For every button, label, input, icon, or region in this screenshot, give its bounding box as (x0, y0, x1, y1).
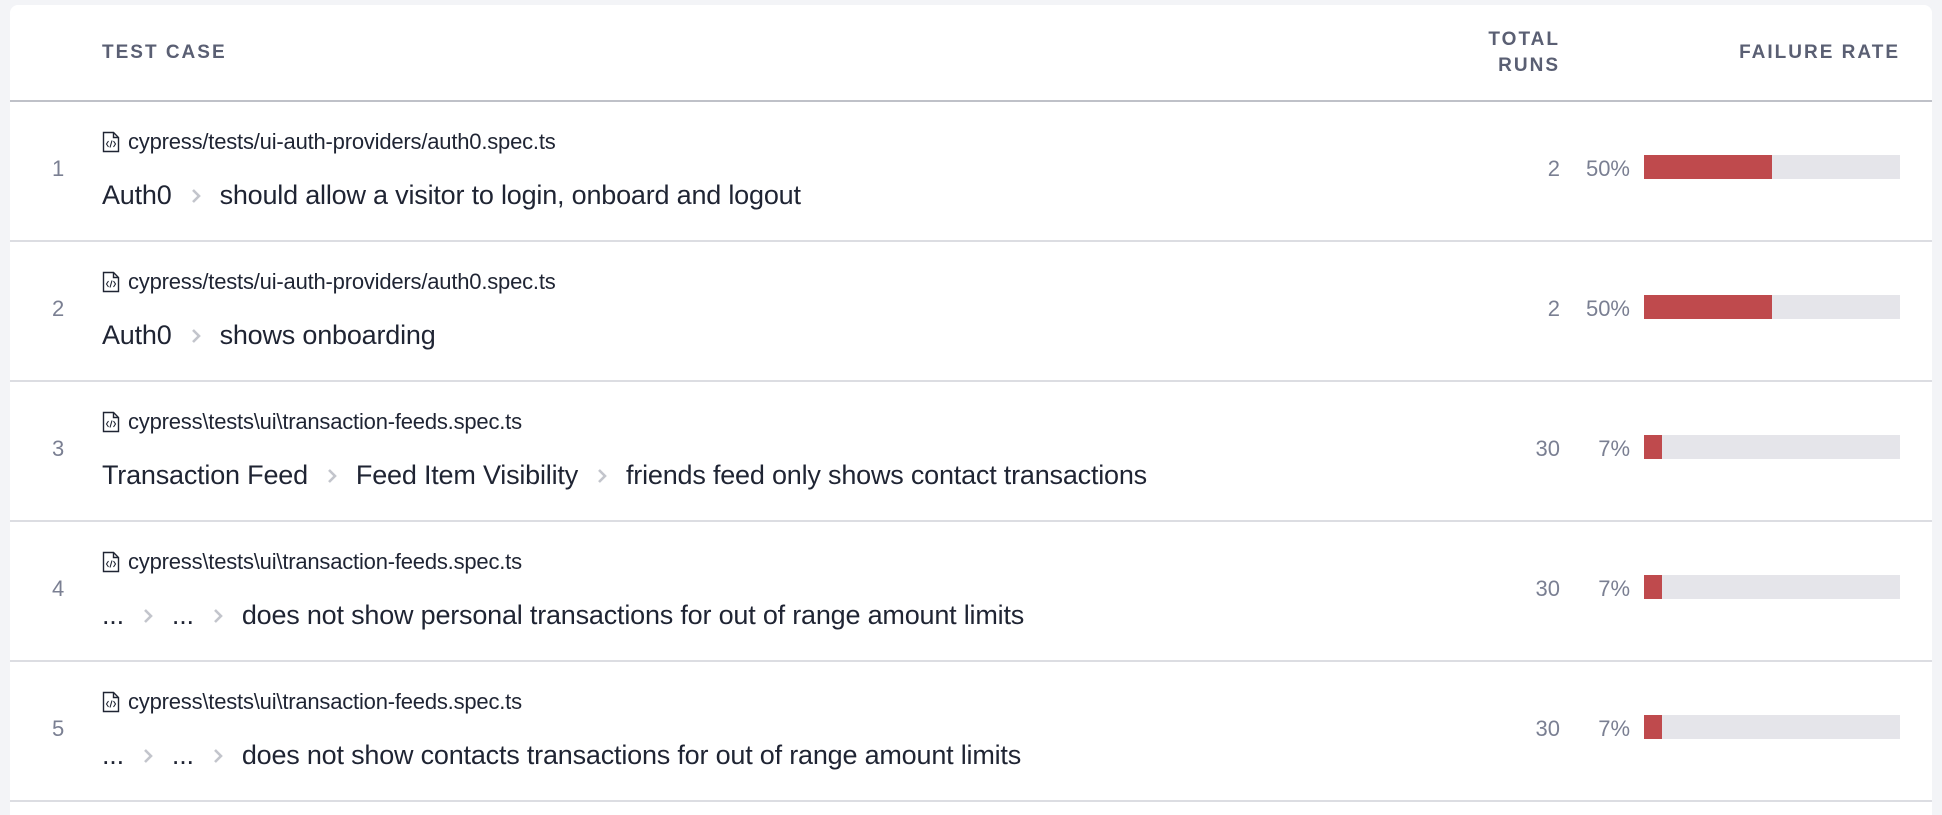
breadcrumb-segment: Feed Item Visibility (355, 460, 578, 490)
test-title-breadcrumb: ...... does not show contacts transaction… (102, 740, 1021, 771)
spec-file[interactable]: cypress\tests\ui\transaction-feeds.spec.… (102, 689, 522, 715)
chevron-right-icon (191, 188, 201, 203)
test-title-breadcrumb: Auth0 should allow a visitor to login, on… (102, 180, 801, 211)
spec-file-path: cypress\tests\ui\transaction-feeds.spec.… (128, 549, 522, 574)
code-file-icon (102, 271, 120, 293)
breadcrumb-segment: ... (171, 740, 194, 770)
breadcrumb-segment: should allow a visitor to login, onboard… (219, 180, 801, 210)
spec-file[interactable]: cypress\tests\ui\transaction-feeds.spec.… (102, 409, 522, 435)
chevron-right-icon (327, 468, 337, 483)
total-runs-value: 2 (1547, 156, 1560, 181)
failure-rate-value: 50% (1585, 156, 1630, 181)
code-file-icon (102, 131, 120, 153)
spec-file[interactable]: cypress/tests/ui-auth-providers/auth0.sp… (102, 129, 556, 155)
chevron-right-icon (598, 468, 607, 483)
row-index: 4 (52, 576, 65, 601)
total-runs-value: 30 (1535, 436, 1560, 461)
breadcrumb-segment: Auth0 (102, 320, 172, 350)
row-index: 1 (52, 156, 65, 181)
total-runs-value: 2 (1547, 296, 1560, 321)
failure-rate-value: 7% (1598, 436, 1630, 461)
test-title-breadcrumb: ...... does not show personal transaction… (102, 600, 1024, 631)
breadcrumb-segment: ... (171, 600, 194, 630)
chevron-right-icon (191, 328, 201, 343)
breadcrumb-segment: Transaction Feed (102, 460, 308, 490)
failure-rate-value: 7% (1598, 576, 1630, 601)
column-header-failure-rate[interactable]: Failure Rate (1739, 40, 1900, 66)
failure-rate-bar-fill (1644, 155, 1772, 179)
chevron-right-icon (213, 608, 223, 623)
spec-file-path: cypress/tests/ui-auth-providers/auth0.sp… (128, 129, 556, 154)
failure-rate-value: 50% (1585, 296, 1630, 321)
breadcrumb-segment: ... (102, 600, 124, 630)
table-body: 1 cypress/tests/ui-auth-providers/auth0.… (10, 102, 1932, 802)
breadcrumb-segment: friends feed only shows contact transact… (626, 460, 1147, 490)
spec-file-path: cypress\tests\ui\transaction-feeds.spec.… (128, 409, 522, 434)
failure-rate-bar-fill (1644, 295, 1772, 319)
chevron-right-icon (143, 748, 153, 763)
table-row[interactable]: 5 cypress\tests\ui\transaction-feeds.spe… (10, 662, 1932, 802)
code-file-icon (102, 411, 120, 433)
column-header-total-runs[interactable]: Total Runs (1440, 27, 1560, 79)
code-file-icon (102, 691, 120, 713)
spec-file[interactable]: cypress\tests\ui\transaction-feeds.spec.… (102, 549, 522, 575)
spec-file-path: cypress\tests\ui\transaction-feeds.spec.… (128, 689, 522, 714)
failure-rate-bar (1644, 575, 1900, 599)
failure-rate-bar-fill (1644, 715, 1662, 739)
test-title-breadcrumb: Transaction Feed Feed Item Visibility frie… (102, 460, 1147, 491)
breadcrumb-segment: Auth0 (102, 180, 172, 210)
row-index: 2 (52, 296, 65, 321)
failure-rate-bar-fill (1644, 575, 1662, 599)
table-row[interactable]: 1 cypress/tests/ui-auth-providers/auth0.… (10, 102, 1932, 242)
total-runs-value: 30 (1535, 716, 1560, 741)
failure-rate-value: 7% (1598, 716, 1630, 741)
failure-rate-bar-fill (1644, 435, 1662, 459)
table-header: Test Case Total Runs Failure Rate (10, 5, 1932, 102)
row-index: 5 (52, 716, 65, 741)
breadcrumb-segment: does not show contacts transactions for … (241, 740, 1022, 770)
row-index: 3 (52, 436, 65, 461)
column-header-test-case[interactable]: Test Case (102, 40, 227, 66)
chevron-right-icon (213, 748, 223, 763)
table-row[interactable]: 4 cypress\tests\ui\transaction-feeds.spe… (10, 522, 1932, 662)
chevron-right-icon (143, 608, 153, 623)
failure-rate-bar (1644, 295, 1900, 319)
failure-rate-bar (1644, 155, 1900, 179)
flaky-tests-table: Test Case Total Runs Failure Rate 1 cypr… (10, 5, 1932, 815)
total-runs-value: 30 (1535, 576, 1560, 601)
table-row[interactable]: 3 cypress\tests\ui\transaction-feeds.spe… (10, 382, 1932, 522)
table-row[interactable]: 2 cypress/tests/ui-auth-providers/auth0.… (10, 242, 1932, 382)
spec-file-path: cypress/tests/ui-auth-providers/auth0.sp… (128, 269, 556, 294)
breadcrumb-segment: ... (102, 740, 124, 770)
breadcrumb-segment: does not show personal transactions for … (241, 600, 1025, 630)
failure-rate-bar (1644, 435, 1900, 459)
breadcrumb-segment: shows onboarding (219, 320, 436, 350)
code-file-icon (102, 551, 120, 573)
test-title-breadcrumb: Auth0 shows onboarding (102, 320, 436, 351)
failure-rate-bar (1644, 715, 1900, 739)
spec-file[interactable]: cypress/tests/ui-auth-providers/auth0.sp… (102, 269, 556, 295)
